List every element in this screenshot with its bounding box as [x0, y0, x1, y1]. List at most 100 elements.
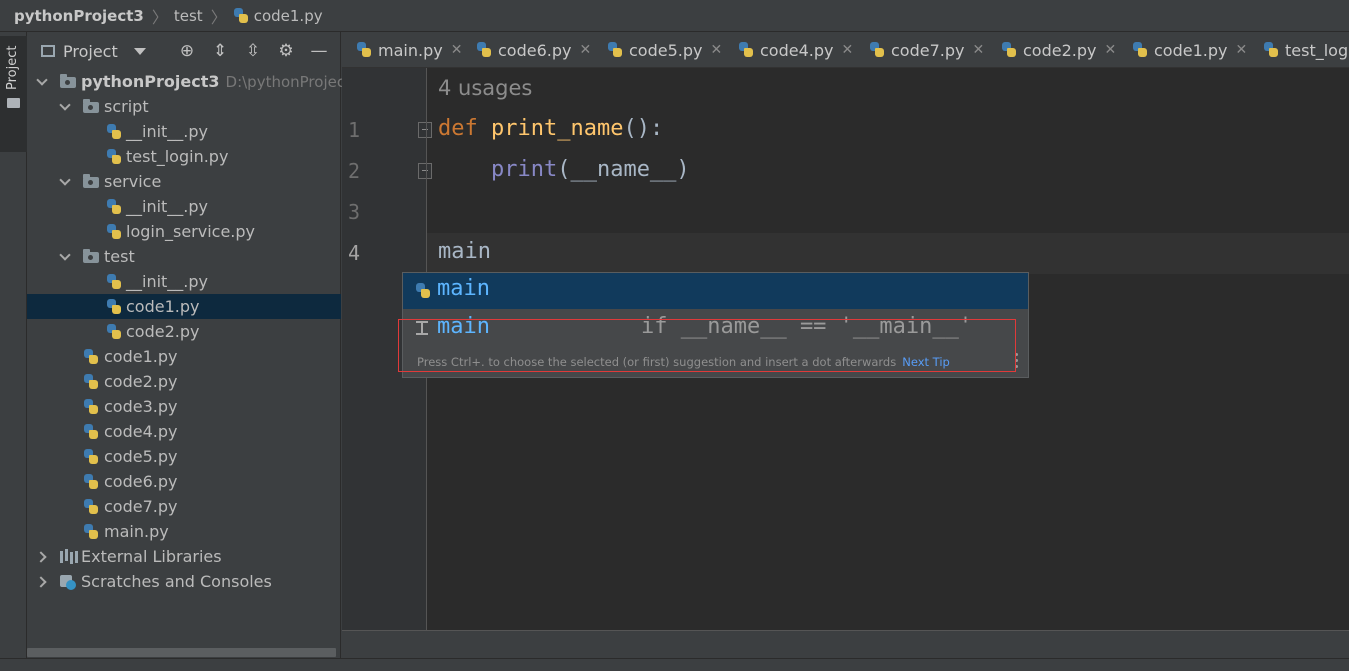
locate-icon[interactable]: ⊕	[176, 40, 198, 62]
completion-item-selected[interactable]: main	[403, 273, 1028, 309]
folder-name: script	[104, 97, 149, 116]
tree-item-file[interactable]: code2.py	[27, 319, 341, 344]
tree-item-file[interactable]: code5.py	[27, 444, 341, 469]
python-file-icon	[83, 524, 99, 540]
python-file-icon	[415, 283, 431, 299]
tree-item-file[interactable]: code7.py	[27, 494, 341, 519]
python-file-icon	[106, 299, 122, 315]
tree-item-service[interactable]: service	[27, 169, 341, 194]
python-file-icon	[106, 324, 122, 340]
tab-code1-py[interactable]: code1.py ✕	[1132, 32, 1247, 67]
file-name: code2.py	[104, 372, 178, 391]
tree-item-script[interactable]: script	[27, 94, 341, 119]
project-view-selector[interactable]: Project	[41, 42, 146, 61]
tree-item-file[interactable]: __init__.py	[27, 194, 341, 219]
chevron-right-icon[interactable]	[37, 569, 49, 594]
tab-code6-py[interactable]: code6.py ✕	[476, 32, 591, 67]
fold-end-icon[interactable]	[418, 163, 432, 179]
project-tool-window-button[interactable]: Project	[0, 36, 27, 152]
hint-text: Press Ctrl+. to choose the selected (or …	[417, 355, 897, 369]
python-file-icon	[83, 499, 99, 515]
tree-item-file[interactable]: main.py	[27, 519, 341, 544]
close-icon[interactable]: ✕	[972, 42, 984, 58]
minimize-icon[interactable]: —	[308, 40, 330, 62]
tab-test-login-py[interactable]: test_logi	[1263, 32, 1349, 67]
tree-item-file[interactable]: code1.py	[27, 344, 341, 369]
close-icon[interactable]: ✕	[710, 42, 722, 58]
file-name: __init__.py	[126, 197, 209, 216]
tree-item-test[interactable]: test	[27, 244, 341, 269]
tree-item-file[interactable]: login_service.py	[27, 219, 341, 244]
horizontal-scrollbar[interactable]	[27, 648, 336, 657]
breadcrumb: pythonProject3 〉 test 〉 code1.py	[0, 4, 323, 28]
file-name: test_login.py	[126, 147, 229, 166]
close-icon[interactable]: ✕	[579, 42, 591, 58]
function-name: print_name	[491, 116, 624, 141]
tree-item-file-selected[interactable]: code1.py	[27, 294, 341, 319]
close-icon[interactable]: ✕	[451, 42, 463, 58]
scratches-label: Scratches and Consoles	[81, 572, 272, 591]
more-options-icon[interactable]	[1015, 353, 1018, 369]
tree-item-root[interactable]: pythonProject3 D:\pythonProject3	[27, 69, 361, 94]
tab-label: code7.py	[891, 40, 965, 60]
chevron-right-icon[interactable]	[37, 544, 49, 569]
fold-collapse-icon[interactable]	[418, 122, 432, 138]
editor-bottom-strip	[342, 630, 1349, 658]
chevron-down-icon[interactable]	[60, 94, 72, 119]
completion-item[interactable]: main if __name__ == '__main__'	[403, 311, 1028, 347]
folder-name: test	[104, 247, 135, 266]
python-file-icon	[83, 449, 99, 465]
file-name: code4.py	[104, 422, 178, 441]
tab-code2-py[interactable]: code2.py ✕	[1001, 32, 1116, 67]
code-line-2: print(__name__)	[438, 157, 690, 182]
collapse-all-icon[interactable]: ⇳	[242, 40, 264, 62]
tree-item-file[interactable]: __init__.py	[27, 269, 341, 294]
close-icon[interactable]: ✕	[1235, 42, 1247, 58]
tree-item-file[interactable]: __init__.py	[27, 119, 341, 144]
breadcrumb-folder[interactable]: test	[174, 7, 203, 25]
breadcrumb-project[interactable]: pythonProject3	[14, 7, 144, 25]
tab-label: main.py	[378, 40, 443, 60]
tree-item-file[interactable]: code3.py	[27, 394, 341, 419]
keyword-def: def	[438, 116, 478, 141]
python-file-icon	[83, 474, 99, 490]
next-tip-link[interactable]: Next Tip	[902, 355, 950, 369]
chevron-down-icon[interactable]	[60, 244, 72, 269]
expand-all-icon[interactable]: ⇕	[209, 40, 231, 62]
close-icon[interactable]: ✕	[841, 42, 853, 58]
line-number-current: 4	[348, 241, 361, 265]
package-folder-icon	[83, 99, 99, 113]
navigation-breadcrumb: pythonProject3 〉 test 〉 code1.py	[0, 0, 1349, 32]
python-file-icon	[83, 374, 99, 390]
package-folder-icon	[83, 249, 99, 263]
tree-item-file[interactable]: code6.py	[27, 469, 341, 494]
tree-item-external-libraries[interactable]: External Libraries	[27, 544, 341, 569]
project-panel-toolbar: Project ⊕ ⇕ ⇳ ⚙ —	[27, 34, 341, 68]
usages-hint[interactable]: 4 usages	[438, 76, 532, 100]
line-number: 3	[348, 200, 361, 224]
tab-label: code1.py	[1154, 40, 1228, 60]
tree-item-file[interactable]: code4.py	[27, 419, 341, 444]
chevron-down-icon[interactable]	[60, 169, 72, 194]
tree-item-file[interactable]: code2.py	[27, 369, 341, 394]
tree-item-file[interactable]: test_login.py	[27, 144, 341, 169]
file-name: __init__.py	[126, 272, 209, 291]
file-name: __init__.py	[126, 122, 209, 141]
python-file-icon	[356, 42, 372, 58]
tab-label: code5.py	[629, 40, 703, 60]
gear-icon[interactable]: ⚙	[275, 40, 297, 62]
completion-description: if __name__ == '__main__'	[641, 314, 973, 339]
tab-label: code6.py	[498, 40, 572, 60]
python-file-icon	[106, 224, 122, 240]
tab-code4-py[interactable]: code4.py ✕	[738, 32, 853, 67]
tab-main-py[interactable]: main.py ✕	[356, 32, 463, 67]
tab-code5-py[interactable]: code5.py ✕	[607, 32, 722, 67]
close-icon[interactable]: ✕	[1104, 42, 1116, 58]
project-view-icon	[41, 45, 55, 57]
tree-item-scratches[interactable]: Scratches and Consoles	[27, 569, 341, 594]
tab-code7-py[interactable]: code7.py ✕	[869, 32, 984, 67]
tool-window-stripe: Project	[0, 32, 27, 671]
code-text: ():	[623, 116, 664, 141]
chevron-down-icon[interactable]	[37, 69, 49, 94]
breadcrumb-file[interactable]: code1.py	[254, 7, 323, 25]
